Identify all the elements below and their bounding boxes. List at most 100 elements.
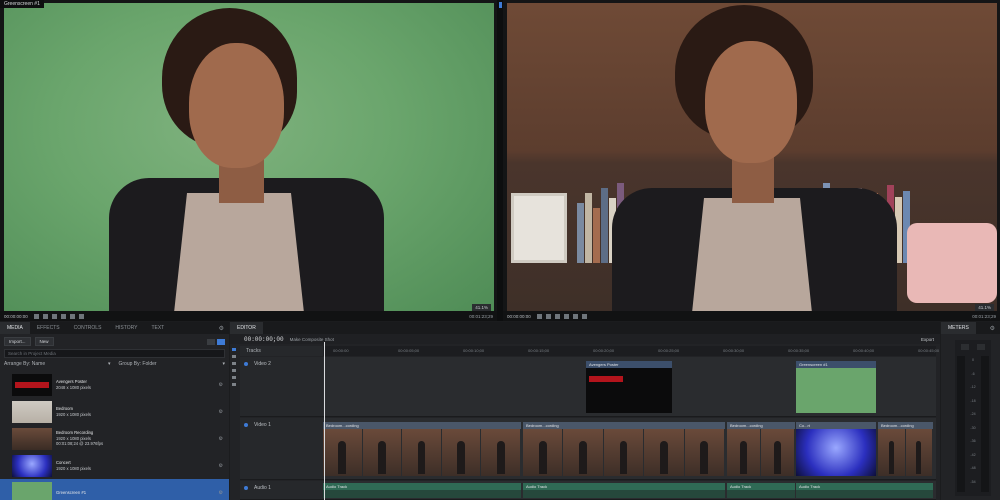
tab-meters[interactable]: METERS [941, 322, 976, 334]
clip-audio-track[interactable]: Audio Track [323, 483, 521, 498]
ruler-tick-label: 00:00:10;00 [463, 348, 485, 353]
link-tool-icon[interactable] [232, 383, 236, 386]
step-back-icon[interactable] [51, 313, 57, 319]
zoom-level[interactable]: 41.1% [975, 304, 994, 311]
export-button[interactable]: Export [921, 337, 934, 342]
clip-bedroom-recording[interactable]: Bedroom...cording [523, 422, 725, 476]
tab-effects[interactable]: EFFECTS [30, 322, 67, 334]
ruler-tick-label: 00:00:45;00 [918, 348, 940, 353]
media-thumbnail [12, 427, 52, 450]
media-search-input[interactable]: Search in Project Media [4, 349, 225, 358]
clip-filmstrip [727, 429, 795, 476]
step-forward-icon[interactable] [69, 313, 75, 319]
gear-icon[interactable]: ⚙ [219, 409, 223, 415]
import-button[interactable]: Import... [4, 337, 31, 346]
clip-filmstrip [323, 429, 521, 476]
make-composite-button[interactable]: Make Composite Shot [290, 337, 334, 342]
ruler-tick-label: 00:00:35;00 [788, 348, 810, 353]
visibility-icon[interactable] [244, 486, 248, 490]
play-icon[interactable] [563, 313, 569, 319]
track-header[interactable]: Video 1 [240, 418, 323, 480]
gear-icon[interactable]: ⚙ [219, 463, 223, 469]
media-item[interactable]: Avengers Poster 2048 x 1080 pixels ⚙ [0, 371, 229, 398]
zoom-level[interactable]: 41.1% [472, 304, 491, 311]
media-item[interactable]: Bedroom Recording 1920 x 1080 pixels 00:01… [0, 425, 229, 452]
media-item[interactable]: Concert 1920 x 1080 pixels ⚙ [0, 452, 229, 479]
track-body[interactable]: Bedroom...cording Bedroom...cording Bedr… [323, 418, 936, 480]
tab-editor[interactable]: EDITOR [230, 322, 263, 334]
clip-audio-track[interactable]: Audio Track [727, 483, 795, 498]
media-info: 2048 x 1080 pixels [56, 384, 91, 390]
timeline-ruler[interactable]: 00:00:00 00:00:05;00 00:00:10;00 00:00:15;0… [323, 346, 940, 356]
clip-concert[interactable]: Co...rt [796, 422, 876, 476]
clip-label: Greenscreen #1 [796, 361, 876, 368]
new-button[interactable]: New [34, 337, 54, 346]
clip-greenscreen[interactable]: Greenscreen #1 [796, 361, 876, 413]
track-body[interactable]: Avengers Poster Greenscreen #1 [323, 357, 936, 417]
tracks-label: Tracks [240, 346, 323, 356]
clip-audio-track[interactable]: Audio Track [523, 483, 725, 498]
grid-view-icon[interactable] [207, 338, 215, 345]
play-icon[interactable] [60, 313, 66, 319]
skip-forward-icon[interactable] [78, 313, 84, 319]
clip-label: Bedroom...cording [878, 422, 933, 429]
gear-icon[interactable]: ⚙ [219, 490, 223, 496]
clip-bedroom-recording[interactable]: Bedroom...cording [727, 422, 795, 476]
media-info: 1920 x 1080 pixels [56, 411, 91, 417]
chevron-down-icon: ▾ [107, 361, 111, 367]
skip-back-icon[interactable] [545, 313, 551, 319]
tab-history[interactable]: HISTORY [108, 322, 144, 334]
select-tool-icon[interactable] [232, 348, 236, 351]
visibility-icon[interactable] [244, 362, 248, 366]
viewer-left[interactable]: Greenscreen #1 41.1% 00:00:00:00 00:01:2… [0, 0, 497, 321]
media-list: Avengers Poster 2048 x 1080 pixels ⚙ Bedroo… [0, 371, 229, 500]
view-toggle[interactable] [207, 338, 225, 345]
clip-thumbnail [796, 368, 876, 413]
gear-icon[interactable]: ⚙ [219, 382, 223, 388]
clip-bedroom-recording[interactable]: Bedroom...cording [878, 422, 933, 476]
zoom-tool-icon[interactable] [232, 369, 236, 372]
viewer-right[interactable]: 41.1% 00:00:00:00 00:01:23;29 [503, 0, 1000, 321]
meter-left-channel [957, 356, 965, 492]
track-header[interactable]: Audio 1 [240, 481, 323, 500]
visibility-icon[interactable] [244, 423, 248, 427]
track-video-2: Video 2 Avengers Poster Greenscreen #1 [240, 357, 936, 417]
gear-icon[interactable]: ⚙ [990, 325, 995, 332]
tab-media[interactable]: MEDIA [0, 322, 30, 334]
end-timecode: 00:01:23;29 [469, 313, 493, 319]
ruler-tick-label: 00:00:25;00 [658, 348, 680, 353]
media-item[interactable]: Greenscreen #1 ⚙ [0, 479, 229, 500]
step-forward-icon[interactable] [572, 313, 578, 319]
gear-icon[interactable]: ⚙ [219, 325, 224, 332]
skip-back-icon[interactable] [42, 313, 48, 319]
meter-scale-label: 0 [972, 358, 974, 362]
media-meta: Avengers Poster 2048 x 1080 pixels [56, 379, 215, 390]
media-item[interactable]: Bedroom 1920 x 1080 pixels ⚙ [0, 398, 229, 425]
skip-forward-icon[interactable] [581, 313, 587, 319]
snap-tool-icon[interactable] [232, 376, 236, 379]
gear-icon[interactable]: ⚙ [219, 436, 223, 442]
tab-text[interactable]: TEXT [144, 322, 171, 334]
ruler-tick-label: 00:00:05;00 [398, 348, 420, 353]
playhead[interactable] [324, 342, 325, 500]
tab-controls[interactable]: CONTROLS [67, 322, 109, 334]
pin-icon[interactable] [499, 2, 502, 8]
loop-icon[interactable] [33, 313, 39, 319]
arrange-dropdown[interactable]: Arrange By: Name ▾ [4, 361, 111, 367]
meter-scale-label: -30 [970, 425, 976, 430]
meter-right-header [977, 344, 985, 350]
clip-audio-track[interactable]: Audio Track [796, 483, 933, 498]
track-body[interactable]: Audio Track Audio Track Audio Track Audi… [323, 481, 936, 500]
step-back-icon[interactable] [554, 313, 560, 319]
list-view-icon[interactable] [217, 338, 225, 345]
group-dropdown[interactable]: Group By: Folder ▾ [119, 361, 226, 367]
slip-tool-icon[interactable] [232, 362, 236, 365]
track-header[interactable]: Video 2 [240, 357, 323, 417]
loop-icon[interactable] [536, 313, 542, 319]
clip-label: Bedroom...cording [523, 422, 725, 429]
media-info: 1920 x 1080 pixels [56, 465, 91, 471]
clip-avengers-poster[interactable]: Avengers Poster [586, 361, 672, 413]
media-duration: 00:01:08;24 @ 23.976fps [56, 441, 104, 447]
clip-bedroom-recording[interactable]: Bedroom...cording [323, 422, 521, 476]
slice-tool-icon[interactable] [232, 355, 236, 358]
